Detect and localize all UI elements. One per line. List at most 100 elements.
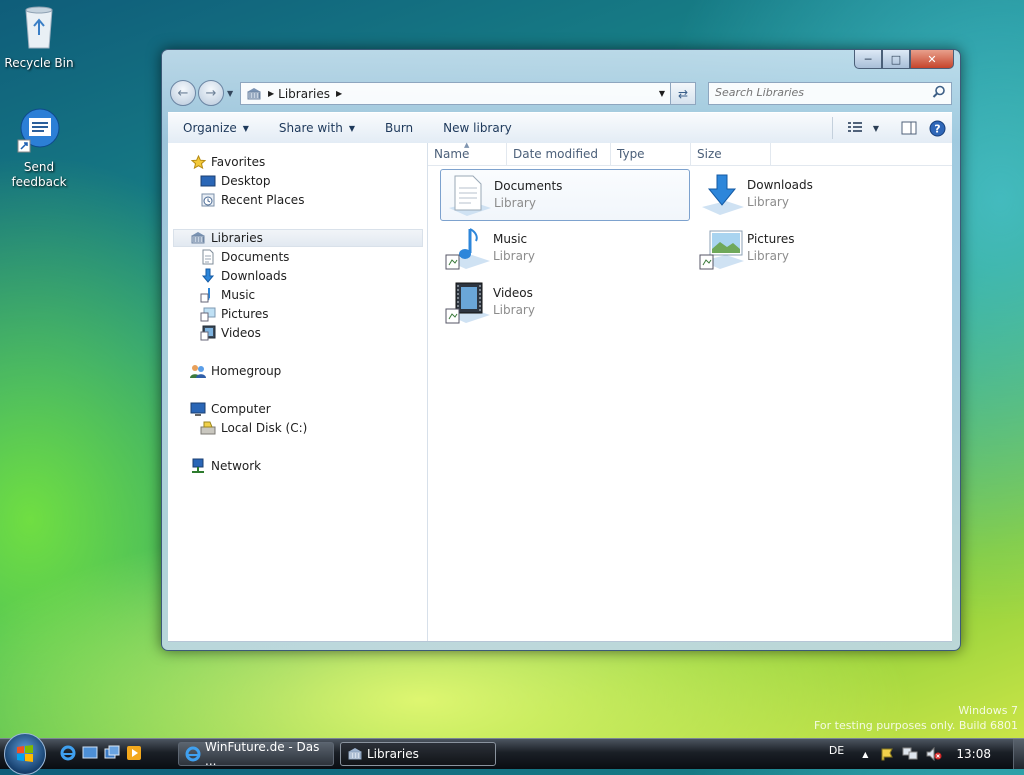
nav-music[interactable]: Music: [200, 286, 255, 304]
nav-network[interactable]: Network: [190, 457, 261, 475]
organize-button[interactable]: Organize ▼: [168, 113, 264, 143]
column-label: Date modified: [513, 147, 599, 161]
nav-favorites[interactable]: Favorites: [190, 153, 265, 171]
library-item-downloads[interactable]: Downloads Library: [694, 169, 942, 219]
volume-muted-icon[interactable]: [926, 747, 942, 761]
action-center-icon[interactable]: [880, 747, 894, 761]
nav-label: Network: [211, 459, 262, 473]
nav-label: Videos: [221, 326, 261, 340]
library-item-music[interactable]: Music Library: [440, 223, 688, 273]
taskbar: WinFuture.de - Das ... Libraries DE ▲ 13…: [0, 733, 1024, 775]
column-date-modified[interactable]: Date modified: [507, 143, 611, 165]
toolbar-separator: [831, 117, 833, 139]
new-library-button[interactable]: New library: [428, 113, 527, 143]
breadcrumb-libraries[interactable]: Libraries: [278, 87, 330, 101]
minimize-icon: ─: [864, 52, 872, 66]
nav-label: Downloads: [221, 269, 287, 283]
change-view-icon[interactable]: [847, 121, 863, 135]
nav-downloads[interactable]: Downloads: [200, 267, 287, 285]
network-icon: [190, 458, 206, 474]
navigation-pane: Favorites Desktop Recent Places Librarie…: [168, 143, 428, 641]
maximize-icon: □: [890, 52, 902, 66]
item-name: Pictures: [747, 232, 795, 246]
nav-pictures[interactable]: Pictures: [200, 305, 269, 323]
burn-button[interactable]: Burn: [370, 113, 428, 143]
item-name: Videos: [493, 286, 533, 300]
burn-label: Burn: [384, 121, 414, 135]
preview-pane-icon[interactable]: [901, 121, 917, 135]
language-indicator[interactable]: DE: [829, 744, 844, 757]
nav-local-disk[interactable]: Local Disk (C:): [200, 419, 307, 437]
taskbar-button-libraries[interactable]: Libraries: [340, 742, 496, 766]
explorer-window: ─ □ ✕ ← → ▼ ▶ Libraries ▶ ▼ ⇄ Organize ▼…: [161, 49, 961, 651]
desktop-icon-recycle-bin[interactable]: Recycle Bin: [1, 4, 77, 71]
taskbar-button-winfuture[interactable]: WinFuture.de - Das ...: [178, 740, 334, 768]
search-box[interactable]: [708, 82, 952, 105]
nav-label: Documents: [221, 250, 290, 264]
close-button[interactable]: ✕: [910, 50, 954, 69]
minimize-button[interactable]: ─: [854, 50, 882, 69]
nav-label: Libraries: [211, 231, 263, 245]
notification-area: DE ▲ 13:08: [829, 739, 1024, 769]
refresh-button[interactable]: ⇄: [670, 82, 696, 105]
command-bar-right: ▼ ?: [831, 117, 952, 139]
watermark-build: For testing purposes only. Build 6801: [813, 719, 1018, 732]
nav-documents[interactable]: Documents: [200, 248, 289, 266]
window-controls: ─ □ ✕: [854, 50, 954, 69]
desktop-icon-label: Send feedback: [11, 160, 67, 189]
downloads-icon: [200, 268, 216, 284]
recent-places-icon: [200, 192, 216, 208]
nav-videos[interactable]: Videos: [200, 324, 261, 342]
search-input[interactable]: [709, 83, 925, 102]
nav-label: Desktop: [221, 174, 271, 188]
svg-text:?: ?: [934, 122, 940, 135]
chevron-down-icon: ▼: [242, 123, 249, 133]
item-name: Documents: [494, 179, 563, 193]
network-tray-icon[interactable]: [902, 747, 918, 761]
address-bar[interactable]: ▶ Libraries ▶ ▼: [240, 82, 694, 105]
show-desktop-icon[interactable]: [82, 745, 98, 761]
nav-desktop[interactable]: Desktop: [200, 172, 271, 190]
recent-pages-dropdown-icon[interactable]: ▼: [227, 89, 233, 98]
show-desktop-strip[interactable]: [1013, 739, 1024, 769]
watermark-title: Windows 7: [958, 704, 1018, 717]
library-item-videos[interactable]: Videos Library: [440, 277, 688, 327]
clock[interactable]: 13:08: [956, 747, 991, 761]
library-item-pictures[interactable]: Pictures Library: [694, 223, 942, 273]
music-icon: [200, 287, 216, 303]
column-type[interactable]: Type: [611, 143, 691, 165]
desktop-icon-send-feedback[interactable]: Send feedback: [1, 108, 77, 190]
help-icon[interactable]: ?: [929, 120, 946, 137]
maximize-button[interactable]: □: [882, 50, 910, 69]
nav-computer[interactable]: Computer: [190, 400, 271, 418]
view-options-dropdown-icon[interactable]: ▼: [873, 124, 879, 133]
media-player-icon[interactable]: [126, 745, 142, 761]
ie-quicklaunch-icon[interactable]: [60, 745, 76, 761]
column-size[interactable]: Size: [691, 143, 771, 165]
start-button[interactable]: [4, 733, 46, 775]
search-icon[interactable]: [932, 85, 946, 102]
nav-libraries[interactable]: Libraries: [173, 229, 423, 247]
back-button[interactable]: ←: [170, 80, 196, 106]
nav-label: Computer: [211, 402, 271, 416]
nav-label: Homegroup: [211, 364, 282, 378]
switch-windows-icon[interactable]: [104, 745, 120, 761]
nav-label: Local Disk (C:): [221, 421, 308, 435]
pictures-library-icon: [698, 227, 746, 271]
windows-logo-icon: [16, 745, 34, 766]
forward-button[interactable]: →: [198, 80, 224, 106]
address-dropdown-icon[interactable]: ▼: [659, 89, 665, 98]
back-arrow-icon: ←: [177, 85, 189, 101]
share-with-button[interactable]: Share with ▼: [264, 113, 370, 143]
nav-recent-places[interactable]: Recent Places: [200, 191, 304, 209]
column-name[interactable]: Name ▲: [428, 141, 507, 165]
show-hidden-icons-icon[interactable]: ▲: [862, 750, 868, 759]
breadcrumb-separator-icon[interactable]: ▶: [268, 89, 274, 98]
recycle-bin-icon: [1, 4, 77, 54]
command-bar: Organize ▼ Share with ▼ Burn New library…: [168, 112, 952, 144]
nav-homegroup[interactable]: Homegroup: [190, 362, 281, 380]
library-icon: [246, 87, 262, 101]
library-item-documents[interactable]: Documents Library: [440, 169, 690, 221]
breadcrumb-separator-icon[interactable]: ▶: [336, 89, 342, 98]
nav-label: Pictures: [221, 307, 269, 321]
